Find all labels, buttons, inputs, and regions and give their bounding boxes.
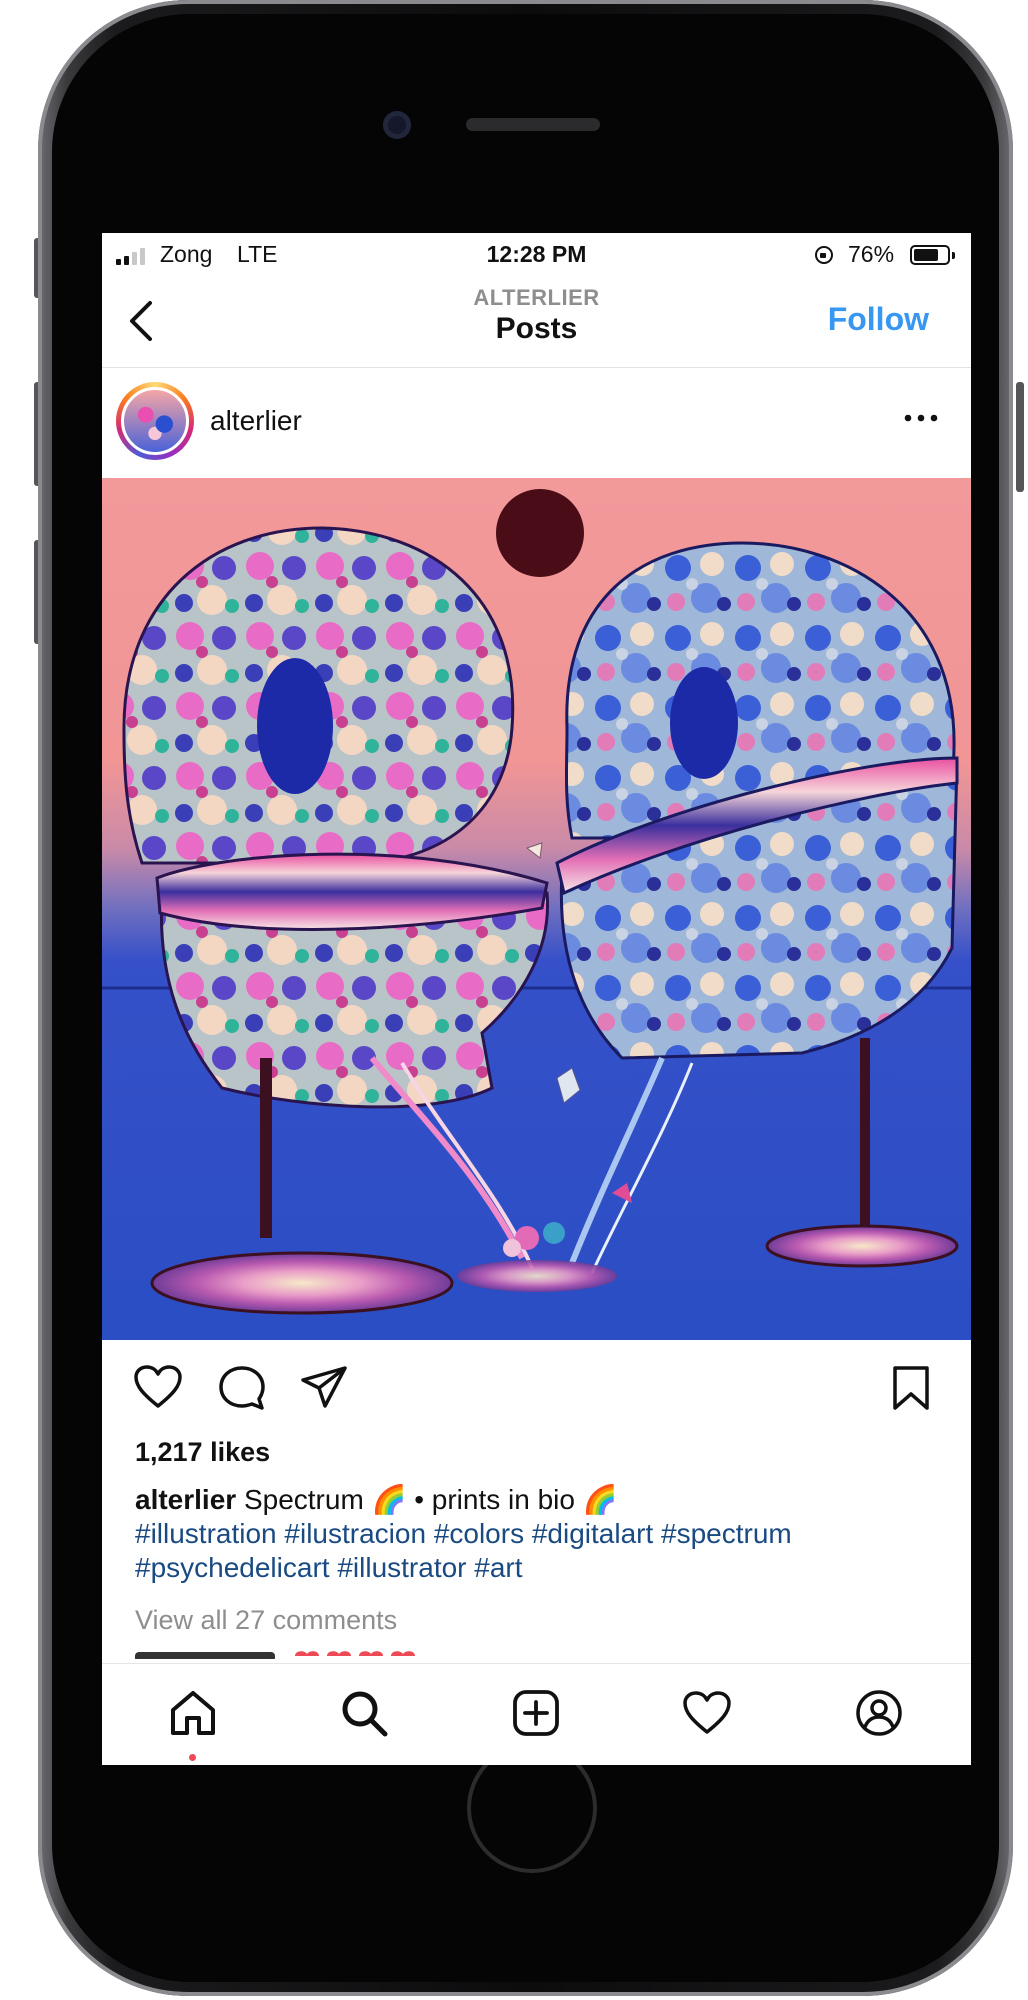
earpiece-speaker (466, 118, 600, 131)
follow-button[interactable]: Follow (828, 301, 929, 338)
tab-bar (102, 1663, 971, 1765)
bookmark-icon[interactable] (891, 1364, 931, 1412)
clock: 12:28 PM (486, 241, 587, 267)
power-button (1016, 382, 1024, 492)
story-ring[interactable] (116, 382, 194, 460)
share-icon[interactable] (299, 1364, 349, 1410)
view-comments-link[interactable]: View all 27 comments (135, 1605, 397, 1636)
front-camera (383, 111, 411, 139)
post-header: alterlier (102, 368, 971, 479)
heart-icon[interactable] (133, 1364, 183, 1410)
caption-hashtags[interactable]: #illustration #ilustracion #colors #digi… (135, 1518, 792, 1583)
likes-count[interactable]: 1,217 likes (135, 1437, 270, 1468)
nav-bar: ALTERLIER Posts Follow (102, 277, 971, 368)
caption-username[interactable]: alterlier (135, 1484, 236, 1515)
next-comment-peek (135, 1647, 965, 1659)
home-icon[interactable] (168, 1688, 218, 1738)
battery-fill (914, 249, 938, 261)
post-image[interactable] (102, 478, 971, 1340)
comment-icon[interactable] (217, 1364, 267, 1412)
battery-cap (952, 252, 955, 259)
activity-heart-icon[interactable] (682, 1688, 732, 1738)
artwork-image (102, 478, 971, 1340)
battery-icon (910, 245, 950, 265)
rotation-lock-icon (815, 246, 833, 264)
ellipsis-icon[interactable] (901, 408, 941, 428)
add-post-icon[interactable] (511, 1688, 561, 1738)
status-bar: Zong LTE 12:28 PM 76% (102, 233, 971, 277)
caption-text: Spectrum 🌈 • prints in bio 🌈 (236, 1484, 618, 1515)
profile-icon[interactable] (854, 1688, 904, 1738)
notification-dot (189, 1754, 196, 1761)
battery-percent: 76% (848, 241, 895, 267)
post-username[interactable]: alterlier (210, 405, 302, 437)
avatar[interactable] (121, 387, 189, 455)
search-icon[interactable] (339, 1688, 389, 1738)
post-actions (102, 1340, 971, 1440)
app-screen: Zong LTE 12:28 PM 76% ALTERLIER Posts Fo… (102, 233, 971, 1765)
post-caption: alterlier Spectrum 🌈 • prints in bio 🌈 #… (135, 1483, 935, 1585)
